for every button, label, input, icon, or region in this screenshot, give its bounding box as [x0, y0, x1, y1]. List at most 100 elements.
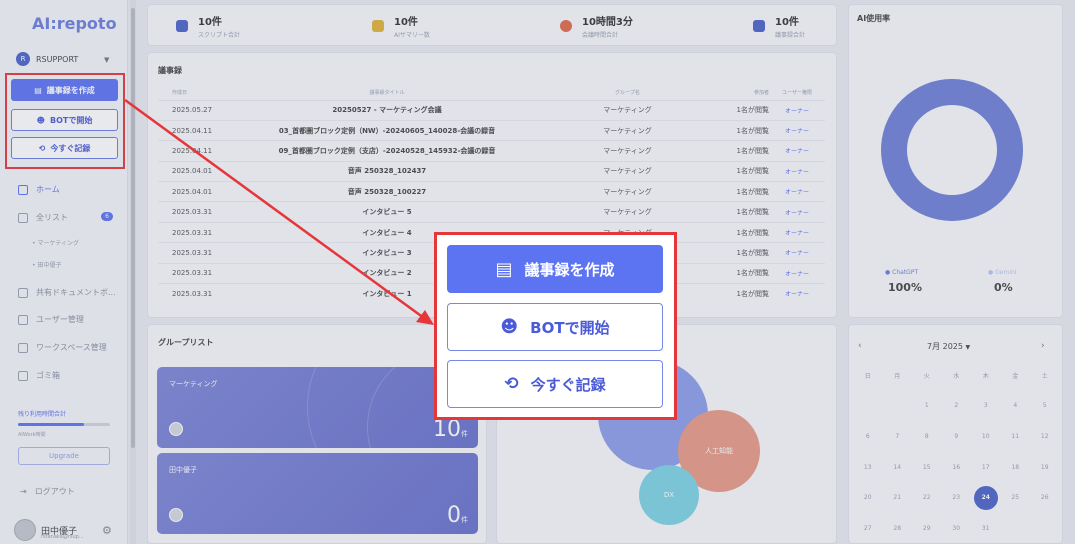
calendar-day: [883, 391, 913, 422]
table-header-row: 作成日 議事録タイトル グループ名 参加者 ユーザー権限: [158, 86, 825, 100]
column-header[interactable]: ユーザー権限: [769, 86, 825, 100]
table-cell: 1名が閲覧: [709, 242, 769, 264]
table-row[interactable]: 2025.04.11 03_首都圏ブロック定例（NW）-20240605_1400…: [158, 119, 825, 141]
calendar-month[interactable]: 7月 2025 ▼: [927, 341, 970, 352]
stat-value: 10件: [775, 17, 799, 28]
calendar-day[interactable]: 22: [912, 482, 942, 513]
calendar-day[interactable]: 18: [1001, 452, 1031, 483]
table-row[interactable]: 2025.03.31 インタビュー 5 マーケティング 1名が閲覧 オーナー: [158, 201, 825, 223]
table-cell[interactable]: オーナー: [769, 160, 825, 182]
table-cell[interactable]: オーナー: [769, 262, 825, 284]
table-cell[interactable]: オーナー: [769, 181, 825, 202]
column-header[interactable]: 議事録タイトル: [228, 86, 546, 100]
calendar-day[interactable]: 8: [912, 421, 942, 452]
column-header[interactable]: 作成日: [158, 86, 228, 100]
calendar-day[interactable]: 14: [883, 452, 913, 483]
workspace-selector[interactable]: R RSUPPORT: [16, 52, 78, 66]
record-now-button-zoom[interactable]: ⟲ 今すぐ記録: [447, 360, 663, 408]
chevron-down-icon: ▼: [965, 344, 971, 351]
nav-trash[interactable]: ゴミ箱: [18, 370, 60, 381]
chevron-down-icon[interactable]: ▼: [104, 56, 109, 64]
calendar-day[interactable]: 9: [942, 421, 972, 452]
subnav-tanaka[interactable]: • 田中優子: [32, 260, 61, 269]
chevron-left-icon[interactable]: ‹: [858, 341, 862, 351]
upgrade-button[interactable]: Upgrade: [18, 447, 110, 465]
table-row[interactable]: 2025.04.01 音声 250328_100227 マーケティング 1名が閲覧 オー…: [158, 181, 825, 202]
workspace-name: RSUPPORT: [36, 54, 79, 64]
calendar-day[interactable]: 31: [971, 513, 1001, 544]
nav-all-list[interactable]: 全リスト: [18, 212, 68, 223]
group-count: 0件: [447, 503, 468, 528]
subnav-marketing[interactable]: • マーケティング: [32, 238, 79, 247]
start-bot-button-zoom[interactable]: ☻ BOTで開始: [447, 303, 663, 351]
table-cell: 1名が閲覧: [709, 160, 769, 182]
user-profile[interactable]: 田中優子 rstanaka@rsup...: [14, 519, 84, 541]
workspace-avatar: R: [16, 52, 30, 66]
logout-button[interactable]: ⇥ ログアウト: [20, 486, 75, 497]
logout-icon: ⇥: [20, 487, 27, 496]
app-logo[interactable]: AI:repoto: [32, 14, 117, 33]
table-cell[interactable]: オーナー: [769, 221, 825, 243]
table-cell: 03_首都圏ブロック定例（NW）-20240605_140028-会議の録音: [228, 119, 546, 141]
weekday-label: 火: [923, 372, 930, 380]
calendar-day[interactable]: 7: [883, 421, 913, 452]
calendar-day[interactable]: 17: [971, 452, 1001, 483]
calendar-day[interactable]: 25: [1001, 482, 1031, 513]
nav-home[interactable]: ホーム: [18, 184, 60, 195]
chevron-right-icon[interactable]: ›: [1041, 341, 1045, 351]
nav-user-management[interactable]: ユーザー管理: [18, 314, 84, 325]
table-cell: 1名が閲覧: [709, 119, 769, 141]
calendar-day[interactable]: 12: [1030, 421, 1060, 452]
calendar-day[interactable]: 28: [883, 513, 913, 544]
column-header[interactable]: グループ名: [546, 86, 709, 100]
calendar-day[interactable]: 16: [942, 452, 972, 483]
table-cell[interactable]: オーナー: [769, 99, 825, 121]
calendar-day[interactable]: 4: [1001, 391, 1031, 422]
table-cell[interactable]: オーナー: [769, 140, 825, 162]
calendar-day[interactable]: 13: [853, 452, 883, 483]
calendar-day[interactable]: 6: [853, 421, 883, 452]
start-bot-label: BOTで開始: [530, 318, 610, 337]
calendar-day[interactable]: 23: [942, 482, 972, 513]
create-minutes-button-zoom[interactable]: ▤ 議事録を作成: [447, 245, 663, 293]
weekday-label: 日: [864, 372, 871, 380]
clock-icon: [560, 20, 572, 32]
calendar-day[interactable]: 30: [942, 513, 972, 544]
calendar-day[interactable]: 1: [912, 391, 942, 422]
nav-shared-docs[interactable]: 共有ドキュメントボ...: [18, 287, 116, 298]
table-row[interactable]: 2025.04.11 09_首都圏ブロック定例（支店）-20240528_1459…: [158, 140, 825, 162]
calendar-day[interactable]: 20: [853, 482, 883, 513]
table-row[interactable]: 2025.05.27 20250527 - マーケティング会議 マーケティング 1名が…: [158, 99, 825, 121]
sidebar-scrollbar[interactable]: [130, 0, 136, 544]
calendar-day[interactable]: 29: [912, 513, 942, 544]
table-cell[interactable]: オーナー: [769, 242, 825, 264]
calendar-day[interactable]: 2: [942, 391, 972, 422]
calendar-day[interactable]: 11: [1001, 421, 1031, 452]
scrollbar-thumb[interactable]: [131, 8, 135, 448]
gear-icon[interactable]: ⚙: [102, 524, 112, 537]
calendar-day[interactable]: 27: [853, 513, 883, 544]
calendar-day[interactable]: 3: [971, 391, 1001, 422]
group-card-marketing[interactable]: マーケティング 10件: [157, 367, 478, 448]
nav-label: 共有ドキュメントボ...: [36, 288, 116, 297]
table-cell: マーケティング: [546, 119, 709, 141]
calendar-day[interactable]: 15: [912, 452, 942, 483]
calendar-day[interactable]: 26: [1030, 482, 1060, 513]
table-cell: マーケティング: [546, 181, 709, 202]
calendar-day[interactable]: 24: [971, 482, 1001, 513]
logout-label: ログアウト: [34, 487, 75, 496]
calendar-day[interactable]: 5: [1030, 391, 1060, 422]
table-cell[interactable]: オーナー: [769, 201, 825, 223]
table-cell[interactable]: オーナー: [769, 283, 825, 304]
nav-workspace-management[interactable]: ワークスペース管理: [18, 342, 107, 353]
avatar: [14, 519, 36, 541]
group-card-tanaka[interactable]: 田中優子 0件: [157, 453, 478, 534]
calendar-day[interactable]: 10: [971, 421, 1001, 452]
stat-summaries: 10件 AIサマリー数: [372, 13, 430, 39]
table-cell[interactable]: オーナー: [769, 119, 825, 141]
calendar-day[interactable]: 21: [883, 482, 913, 513]
summary-icon: [372, 20, 384, 32]
table-row[interactable]: 2025.04.01 音声 250328_102437 マーケティング 1名が閲覧 オー…: [158, 160, 825, 182]
calendar-day[interactable]: 19: [1030, 452, 1060, 483]
column-header[interactable]: 参加者: [709, 86, 769, 100]
